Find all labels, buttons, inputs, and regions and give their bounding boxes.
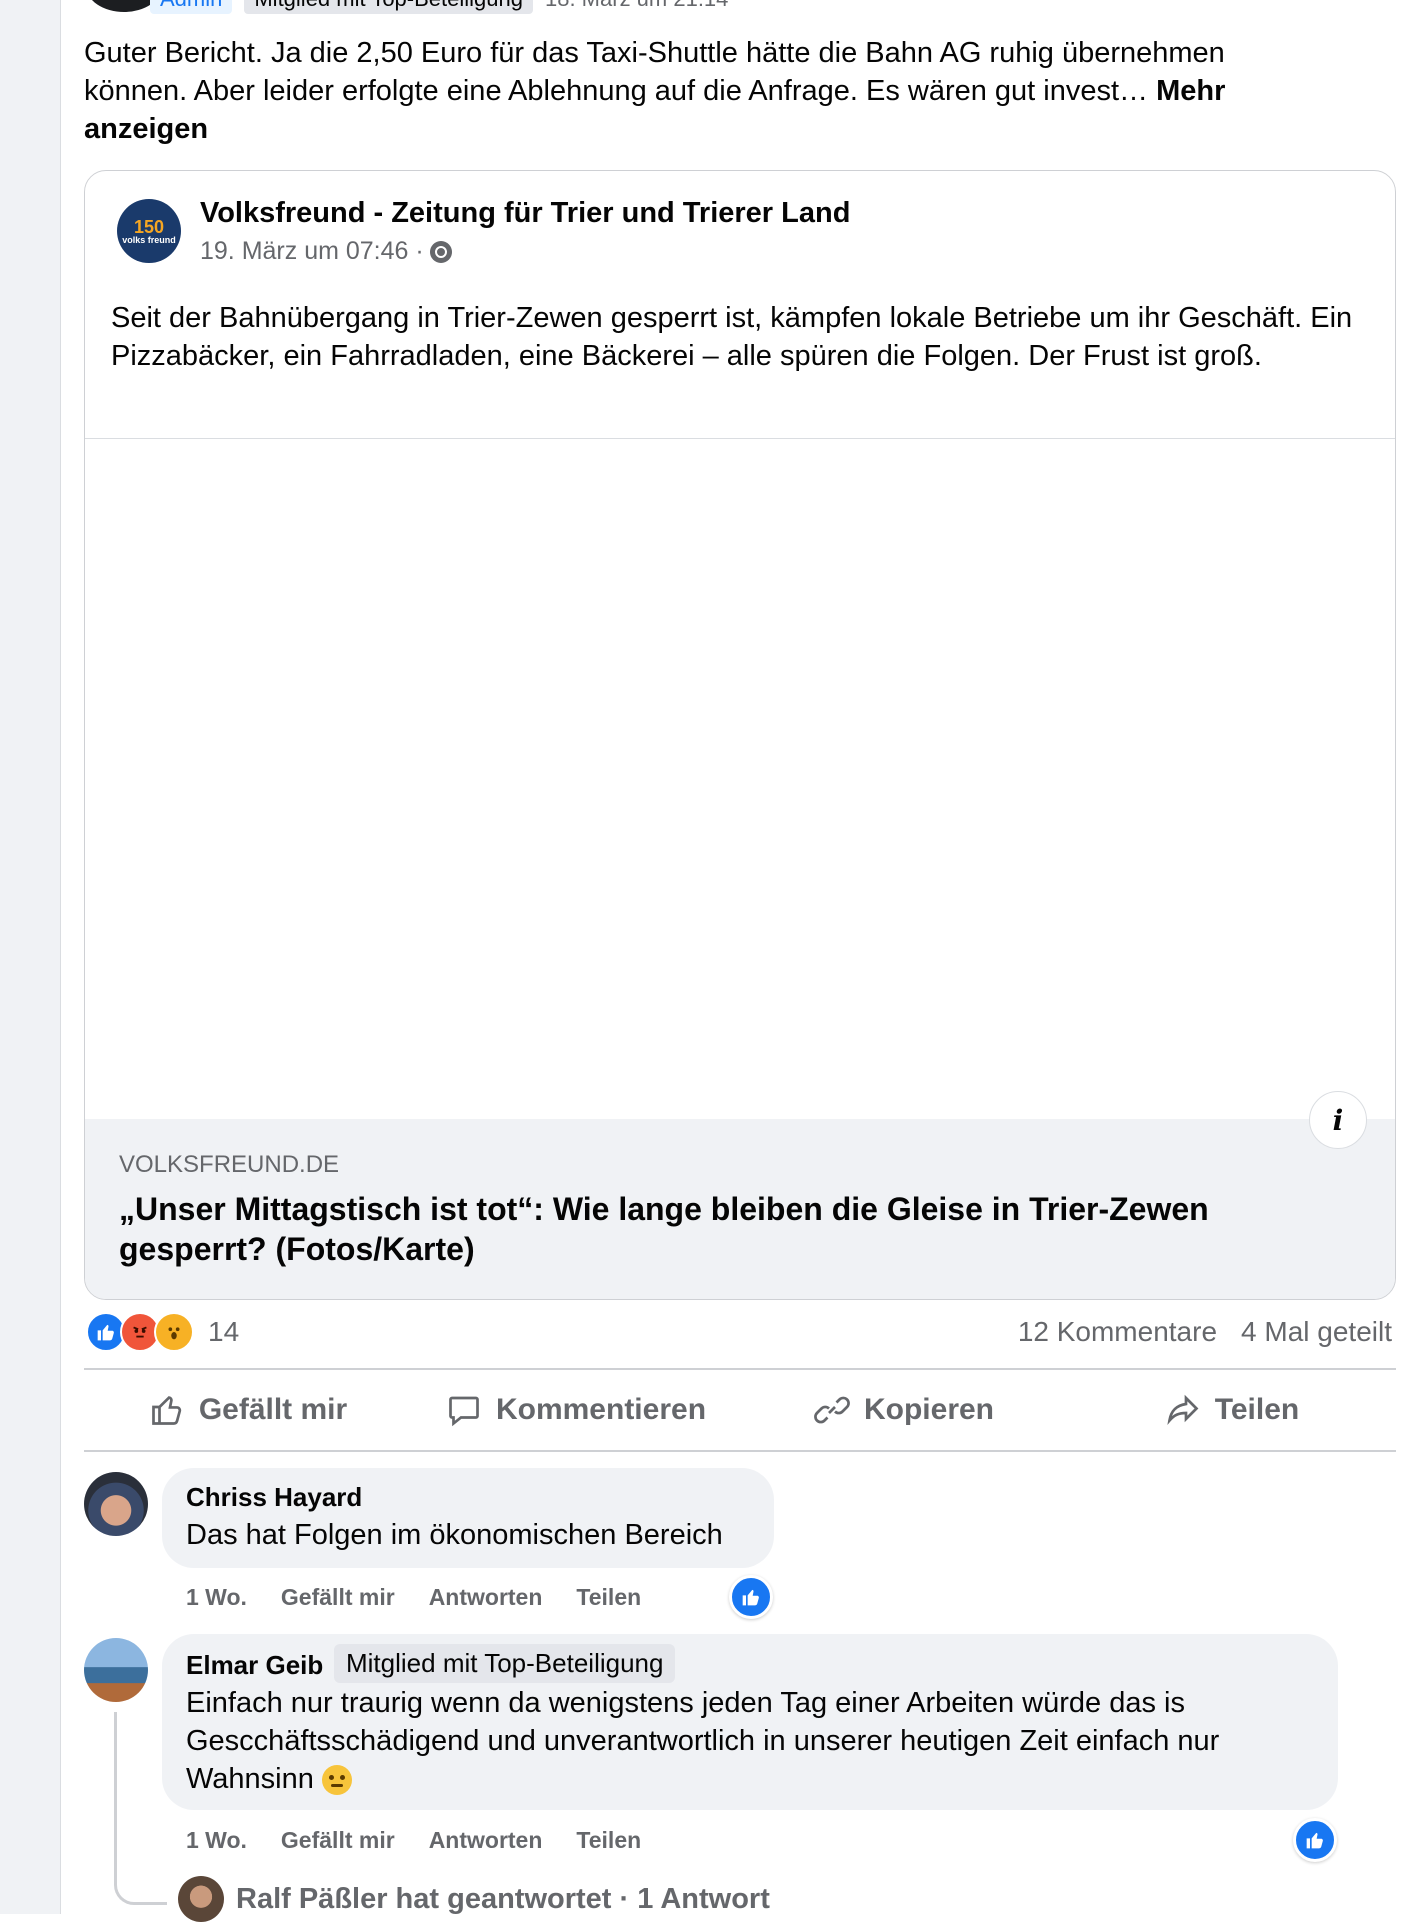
comment-actions: 1 Wo. Gefällt mir Antworten Teilen [186, 1584, 641, 1611]
reply-summary: Ralf Päßler hat geantwortet · 1 Antwort [236, 1882, 770, 1915]
shared-post-text: Seit der Bahnübergang in Trier-Zewen ges… [111, 302, 1353, 372]
comment-reply-button[interactable]: Antworten [429, 1584, 543, 1611]
post-date[interactable]: 18. März um 21:14 [545, 0, 728, 12]
share-count[interactable]: 4 Mal geteilt [1241, 1316, 1392, 1348]
top-member-badge: Mitglied mit Top-Beteiligung [244, 0, 533, 14]
comment-like-button[interactable]: Gefällt mir [281, 1584, 395, 1611]
divider [84, 1450, 1396, 1452]
comment-icon [449, 1396, 479, 1427]
comment-author[interactable]: Chriss Hayard [186, 1482, 362, 1513]
page-avatar-sub: volks freund [122, 234, 176, 245]
comment-author[interactable]: Elmar Geib [186, 1650, 323, 1681]
top-member-badge: Mitglied mit Top-Beteiligung [334, 1644, 676, 1683]
comment-share-button[interactable]: Teilen [576, 1827, 641, 1854]
avatar[interactable] [84, 1472, 148, 1536]
divider [84, 1368, 1396, 1370]
comment-time[interactable]: 1 Wo. [186, 1827, 247, 1854]
reaction-summary[interactable]: 14 [86, 1312, 239, 1352]
shared-post-date-row: 19. März um 07:46 · [200, 237, 452, 266]
action-bar: Gefällt mir Kommentieren Kopieren Teilen [84, 1372, 1396, 1448]
post-stats: 12 Kommentare 4 Mal geteilt [1018, 1316, 1392, 1348]
link-icon [814, 1396, 850, 1424]
sad-face-emoji-icon [321, 1765, 352, 1796]
left-rail [0, 0, 61, 1914]
link-domain: VOLKSFREUND.DE [119, 1151, 340, 1178]
comment-count[interactable]: 12 Kommentare [1018, 1316, 1217, 1348]
comment-text: Einfach nur traurig wenn da wenigstens j… [186, 1684, 1306, 1798]
globe-icon [429, 240, 452, 263]
comment-button[interactable]: Kommentieren [412, 1372, 740, 1448]
like-reaction-icon[interactable] [729, 1575, 773, 1619]
view-replies-link[interactable]: Ralf Päßler hat geantwortet · 1 Antwort [178, 1876, 770, 1922]
comment-like-button[interactable]: Gefällt mir [281, 1827, 395, 1854]
comment-actions: 1 Wo. Gefällt mir Antworten Teilen [186, 1827, 641, 1854]
info-icon[interactable]: i [1309, 1091, 1367, 1149]
like-button-label: Gefällt mir [198, 1393, 348, 1426]
reaction-count[interactable]: 14 [208, 1316, 239, 1348]
copy-button[interactable]: Kopieren [740, 1372, 1068, 1448]
admin-badge: Admin [150, 0, 233, 14]
thumbs-up-icon [151, 1396, 181, 1425]
share-icon [1167, 1394, 1199, 1426]
post-text: Guter Bericht. Ja die 2,50 Euro für das … [84, 34, 1304, 148]
shared-post-date[interactable]: 19. März um 07:46 · [200, 237, 424, 266]
copy-button-label: Kopieren [863, 1393, 995, 1426]
comment-time[interactable]: 1 Wo. [186, 1584, 247, 1611]
page-avatar-logo: 150 [133, 216, 165, 237]
shared-post-card[interactable]: 150 volks freund Volksfreund - Zeitung f… [84, 170, 1396, 1300]
avatar [178, 1876, 224, 1922]
comment-text: Das hat Folgen im ökonomischen Bereich [186, 1519, 723, 1551]
thread-line [114, 1712, 167, 1905]
avatar[interactable] [84, 1638, 148, 1702]
wow-reaction-icon [154, 1312, 194, 1352]
like-button[interactable]: Gefällt mir [84, 1372, 412, 1448]
page-avatar[interactable]: 150 volks freund [117, 199, 181, 263]
comment-button-label: Kommentieren [495, 1393, 707, 1426]
post-meta: Admin Mitglied mit Top-Beteiligung 18. M… [150, 0, 728, 14]
link-headline[interactable]: „Unser Mittagstisch ist tot“: Wie lange … [119, 1189, 1319, 1269]
share-button-label: Teilen [1214, 1393, 1300, 1426]
comment-reply-button[interactable]: Antworten [429, 1827, 543, 1854]
link-preview-image[interactable] [85, 439, 1395, 1119]
like-reaction-icon[interactable] [1293, 1818, 1337, 1862]
post-body: Guter Bericht. Ja die 2,50 Euro für das … [84, 37, 1225, 107]
share-button[interactable]: Teilen [1068, 1372, 1396, 1448]
page-name[interactable]: Volksfreund - Zeitung für Trier und Trie… [200, 197, 850, 230]
comment-share-button[interactable]: Teilen [576, 1584, 641, 1611]
